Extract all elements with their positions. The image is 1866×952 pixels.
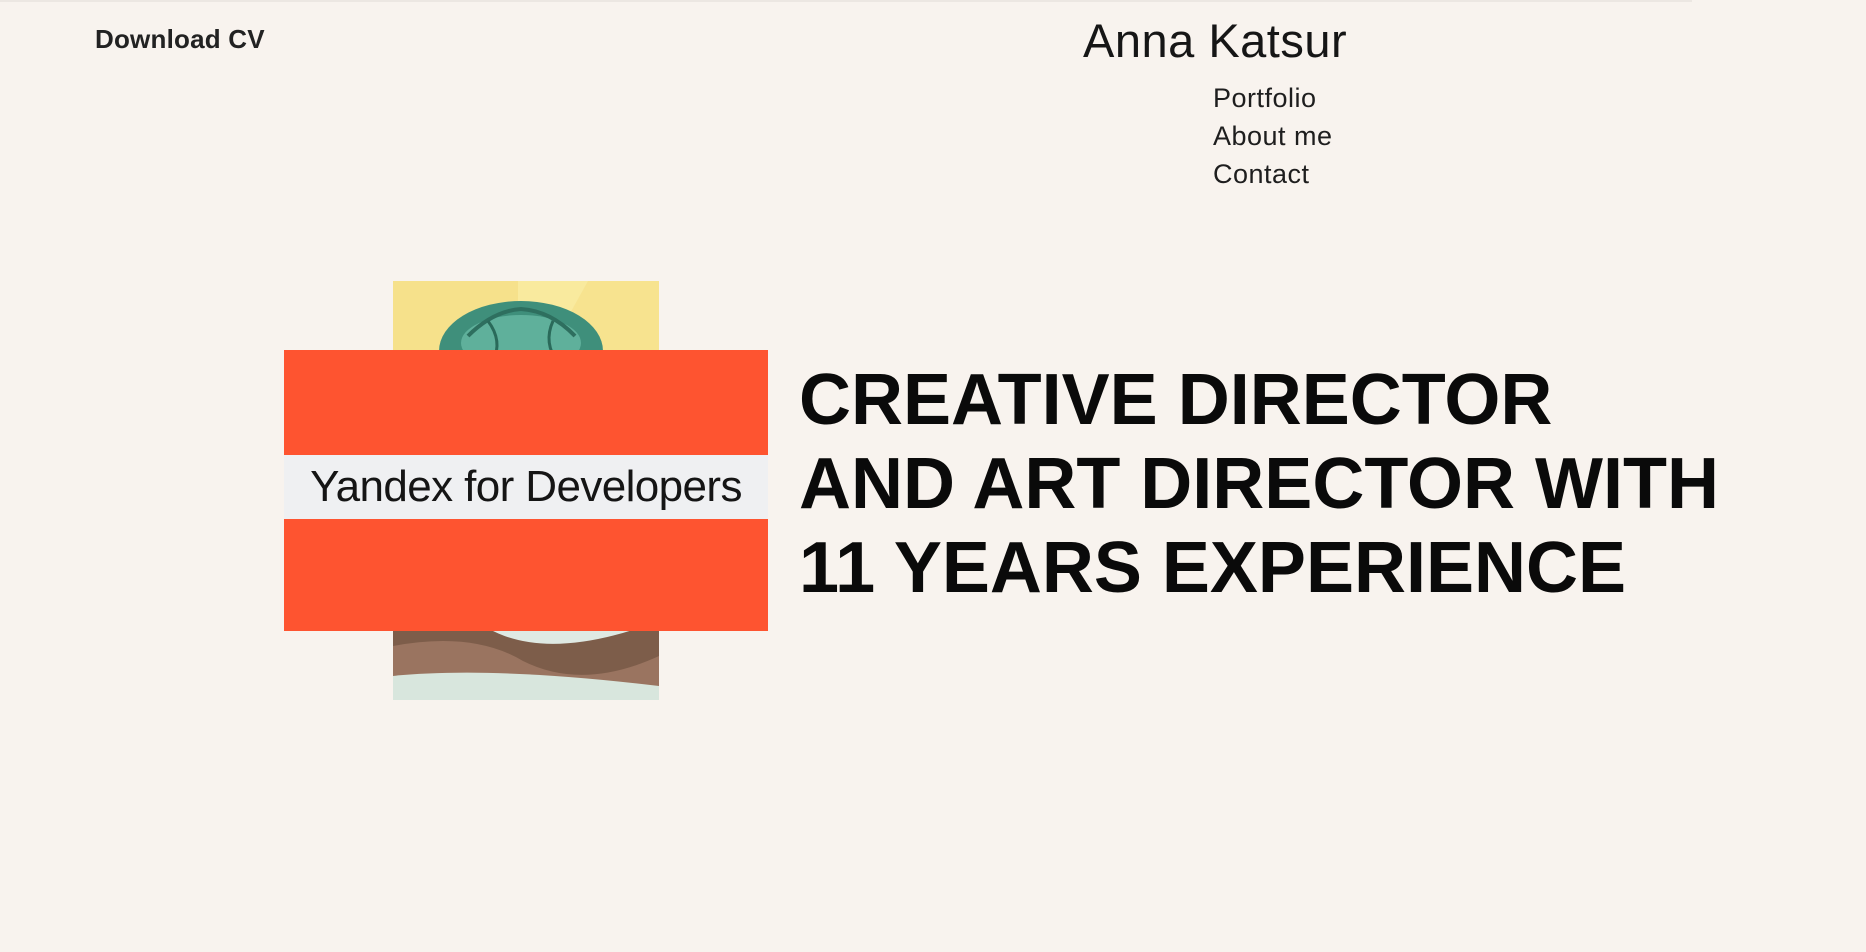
headline-line-1: CREATIVE DIRECTOR (799, 360, 1553, 440)
banner-text-strip: Yandex for Developers (284, 455, 768, 519)
yandex-banner: Yandex for Developers (284, 350, 768, 631)
hero-headline: CREATIVE DIRECTOR AND ART DIRECTOR WITH … (799, 358, 1719, 610)
nav-item-contact[interactable]: Contact (1213, 155, 1333, 193)
headline-line-3: 11 YEARS EXPERIENCE (799, 528, 1627, 608)
top-divider (0, 0, 1692, 2)
main-nav: Portfolio About me Contact (1213, 79, 1333, 193)
nav-item-portfolio[interactable]: Portfolio (1213, 79, 1333, 117)
banner-text: Yandex for Developers (310, 462, 742, 511)
site-title[interactable]: Anna Katsur (1083, 13, 1347, 68)
headline-line-2: AND ART DIRECTOR WITH (799, 444, 1719, 524)
download-cv-link[interactable]: Download CV (95, 24, 265, 55)
nav-item-about-me[interactable]: About me (1213, 117, 1333, 155)
